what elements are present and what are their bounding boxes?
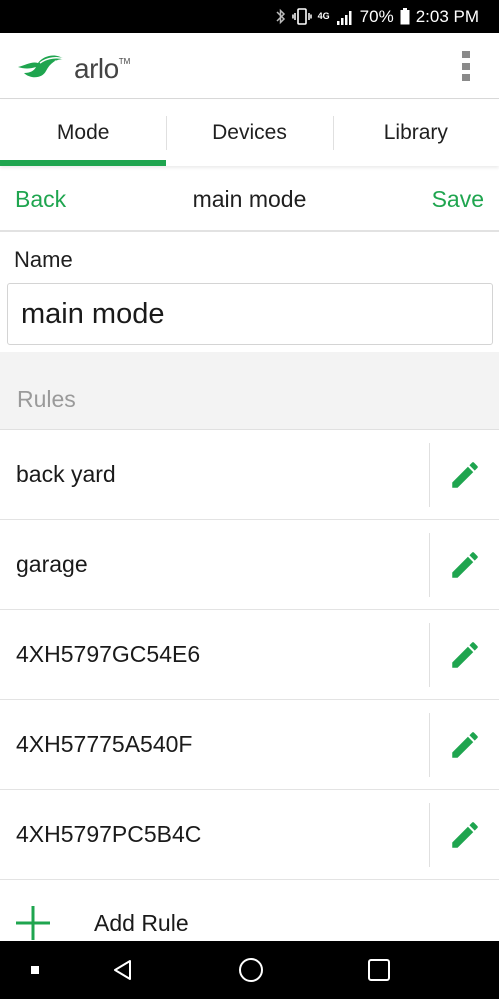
pencil-icon	[451, 732, 478, 758]
square-dot-icon	[31, 966, 39, 974]
tab-devices[interactable]: Devices	[166, 100, 332, 166]
tab-label: Mode	[56, 121, 110, 144]
status-time: 2:03 PM	[415, 6, 479, 26]
pencil-icon	[451, 462, 478, 488]
tab-bar: Mode Devices Library	[0, 100, 499, 166]
tab-label: Library	[383, 121, 448, 144]
overflow-menu-button[interactable]	[461, 51, 471, 81]
status-icons: 4G 70% 2:03 PM	[276, 0, 479, 33]
add-rule-button[interactable]: Add Rule	[0, 880, 499, 942]
pencil-icon	[451, 552, 478, 578]
mode-name-input[interactable]	[7, 283, 493, 345]
vibrate-icon	[291, 8, 312, 25]
name-label: Name	[14, 247, 73, 272]
rules-title: Rules	[17, 386, 76, 412]
save-button[interactable]: Save	[432, 186, 484, 213]
edit-rule-button[interactable]	[430, 430, 499, 520]
rules-list: back yard garage 4XH5797GC54E6 4XH57775A…	[0, 430, 499, 880]
rule-label: back yard	[16, 461, 116, 487]
network-4g-icon: 4G	[317, 11, 330, 21]
battery-icon	[400, 8, 410, 25]
nav-dot-button[interactable]	[5, 941, 65, 999]
signal-icon	[336, 9, 354, 25]
rule-row[interactable]: back yard	[0, 430, 499, 520]
back-button[interactable]: Back	[15, 186, 66, 213]
rules-section-header: Rules	[0, 352, 499, 430]
menu-dot	[462, 51, 470, 58]
edit-rule-button[interactable]	[430, 700, 499, 790]
rule-label: 4XH57775A540F	[16, 731, 193, 757]
menu-dot	[462, 62, 470, 70]
rule-label: 4XH5797GC54E6	[16, 641, 201, 667]
add-rule-label: Add Rule	[94, 910, 189, 936]
menu-dot	[462, 74, 470, 81]
rule-row[interactable]: 4XH5797GC54E6	[0, 610, 499, 700]
system-nav-bar	[0, 941, 499, 999]
battery-percent: 70%	[359, 6, 394, 26]
back-nav-button[interactable]	[93, 941, 153, 999]
tab-label: Devices	[212, 121, 287, 144]
bird-logo-icon	[16, 49, 72, 88]
page-title: main mode	[192, 186, 307, 212]
edit-rule-button[interactable]	[430, 610, 499, 700]
rule-row[interactable]: garage	[0, 520, 499, 610]
circle-home-icon	[239, 958, 263, 982]
square-recents-icon	[368, 959, 390, 981]
status-bar: 4G 70% 2:03 PM	[0, 0, 499, 33]
bluetooth-icon	[276, 8, 286, 25]
mode-toolbar: main mode Back Save	[0, 168, 499, 232]
rule-label: garage	[16, 551, 88, 577]
logo-tm: TM	[118, 57, 131, 66]
arlo-logo: arlo TM	[16, 49, 130, 88]
rule-row[interactable]: 4XH5797PC5B4C	[0, 790, 499, 880]
tab-library[interactable]: Library	[332, 100, 499, 166]
edit-rule-button[interactable]	[430, 790, 499, 880]
plus-icon	[16, 906, 50, 940]
tab-mode[interactable]: Mode	[0, 100, 167, 166]
app-bar: arlo TM	[0, 33, 499, 99]
triangle-back-icon	[114, 960, 131, 980]
home-nav-button[interactable]	[221, 941, 281, 999]
edit-rule-button[interactable]	[430, 520, 499, 610]
rule-label: 4XH5797PC5B4C	[16, 821, 202, 847]
pencil-icon	[451, 822, 478, 848]
rule-row[interactable]: 4XH57775A540F	[0, 700, 499, 790]
recents-nav-button[interactable]	[349, 941, 409, 999]
pencil-icon	[451, 642, 478, 668]
logo-text: arlo	[74, 52, 119, 84]
